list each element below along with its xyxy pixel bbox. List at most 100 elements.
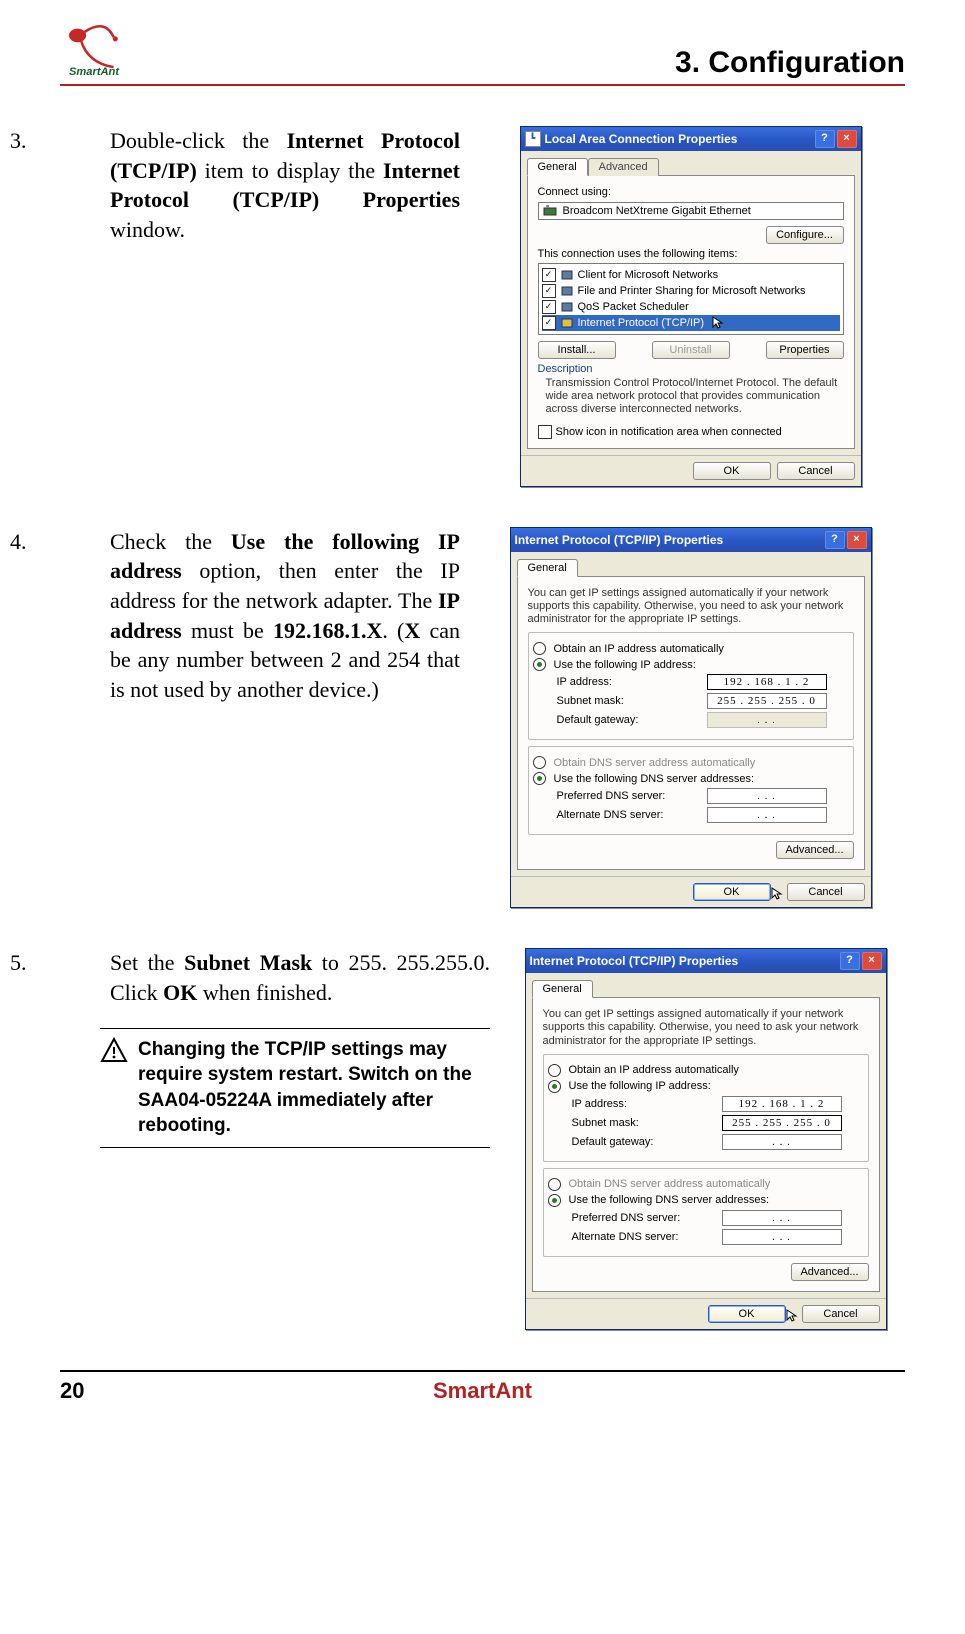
checkbox-icon[interactable]: ✓ — [542, 316, 556, 330]
ok-button[interactable]: OK — [693, 462, 771, 480]
tcpip-intro-text: You can get IP settings assigned automat… — [543, 1008, 869, 1048]
step-5-text: 5.Set the Subnet Mask to 255. 255.255.0.… — [60, 948, 490, 1007]
gateway-field[interactable]: . . . — [722, 1134, 842, 1150]
tcpip-properties-dialog-2: Internet Protocol (TCP/IP) Properties ? … — [525, 948, 887, 1330]
show-icon-checkbox[interactable] — [538, 425, 552, 439]
help-button[interactable]: ? — [825, 531, 845, 549]
lan-title-icon: ┗ — [525, 131, 541, 147]
checkbox-icon[interactable]: ✓ — [542, 300, 556, 314]
help-button[interactable]: ? — [840, 952, 860, 970]
checkbox-icon[interactable]: ✓ — [542, 284, 556, 298]
subnet-mask-field[interactable]: 255 . 255 . 255 . 0 — [722, 1115, 842, 1131]
ok-button[interactable]: OK — [693, 883, 771, 901]
tcpip-titlebar[interactable]: Internet Protocol (TCP/IP) Properties ? … — [526, 949, 886, 973]
subnet-mask-field[interactable]: 255 . 255 . 255 . 0 — [707, 693, 827, 709]
step-4-row: 4.Check the Use the following IP address… — [60, 527, 905, 909]
dns2-field[interactable]: . . . — [722, 1229, 842, 1245]
radio-dns-manual[interactable] — [533, 772, 546, 785]
chapter-title: 3. Configuration — [675, 46, 905, 80]
dns1-field[interactable]: . . . — [707, 788, 827, 804]
client-icon — [560, 269, 574, 281]
tcpip-intro-text: You can get IP settings assigned automat… — [528, 587, 854, 627]
dns2-field[interactable]: . . . — [707, 807, 827, 823]
tab-advanced[interactable]: Advanced — [588, 158, 659, 176]
step-5-row: 5.Set the Subnet Mask to 255. 255.255.0.… — [60, 948, 905, 1330]
install-button[interactable]: Install... — [538, 341, 616, 359]
radio-obtain-auto[interactable] — [533, 642, 546, 655]
advanced-button[interactable]: Advanced... — [776, 841, 854, 859]
tcpip-title-text: Internet Protocol (TCP/IP) Properties — [530, 954, 739, 968]
tcpip-properties-dialog-1: Internet Protocol (TCP/IP) Properties ? … — [510, 527, 872, 909]
connect-using-label: Connect using: — [538, 186, 844, 198]
radio-dns-auto — [548, 1178, 561, 1191]
advanced-button[interactable]: Advanced... — [791, 1263, 869, 1281]
adapter-field[interactable]: Broadcom NetXtreme Gigabit Ethernet — [538, 202, 844, 220]
warning-text: Changing the TCP/IP settings may require… — [138, 1037, 490, 1140]
tcpip-titlebar[interactable]: Internet Protocol (TCP/IP) Properties ? … — [511, 528, 871, 552]
dns1-label: Preferred DNS server: — [572, 1212, 682, 1224]
tab-general[interactable]: General — [527, 158, 588, 176]
smartant-logo: SmartAnt — [60, 20, 150, 80]
ip-address-field[interactable]: 192 . 168 . 1 . 2 — [707, 674, 827, 690]
tab-general[interactable]: General — [517, 559, 578, 577]
help-button[interactable]: ? — [815, 130, 835, 148]
tcpip-icon — [560, 317, 574, 329]
ip-address-field[interactable]: 192 . 168 . 1 . 2 — [722, 1096, 842, 1112]
step-3-row: 3.Double-click the Internet Protocol (TC… — [60, 126, 905, 487]
lan-titlebar[interactable]: ┗ Local Area Connection Properties ? × — [521, 127, 861, 151]
list-item[interactable]: ✓ QoS Packet Scheduler — [542, 299, 840, 315]
dns1-field[interactable]: . . . — [722, 1210, 842, 1226]
svg-text:SmartAnt: SmartAnt — [69, 66, 120, 78]
radio-dns-manual[interactable] — [548, 1194, 561, 1207]
description-heading: Description — [538, 363, 844, 375]
list-item-selected[interactable]: ✓ Internet Protocol (TCP/IP) — [542, 315, 840, 331]
cancel-button[interactable]: Cancel — [777, 462, 855, 480]
gateway-label: Default gateway: — [572, 1136, 682, 1148]
list-item[interactable]: ✓ Client for Microsoft Networks — [542, 267, 840, 283]
step-4-number: 4. — [60, 527, 110, 557]
dns1-label: Preferred DNS server: — [557, 790, 667, 802]
gateway-field[interactable]: . . . — [707, 712, 827, 728]
list-item[interactable]: ✓ File and Printer Sharing for Microsoft… — [542, 283, 840, 299]
lan-title-text: Local Area Connection Properties — [545, 132, 738, 146]
ok-button[interactable]: OK — [708, 1305, 786, 1323]
cursor-icon — [771, 887, 783, 901]
radio-obtain-auto[interactable] — [548, 1064, 561, 1077]
step-3-text: 3.Double-click the Internet Protocol (TC… — [60, 126, 460, 245]
checkbox-icon[interactable]: ✓ — [542, 268, 556, 282]
page-footer: 20 SmartAnt — [60, 1370, 905, 1404]
uninstall-button: Uninstall — [652, 341, 730, 359]
adapter-name: Broadcom NetXtreme Gigabit Ethernet — [563, 205, 751, 217]
step-5-number: 5. — [60, 948, 110, 978]
cancel-button[interactable]: Cancel — [802, 1305, 880, 1323]
dns2-label: Alternate DNS server: — [572, 1231, 682, 1243]
step-3-number: 3. — [60, 126, 110, 156]
cancel-button[interactable]: Cancel — [787, 883, 865, 901]
warning-icon — [100, 1037, 128, 1073]
nic-icon — [543, 205, 557, 217]
description-text: Transmission Control Protocol/Internet P… — [546, 377, 844, 417]
cursor-icon — [786, 1309, 798, 1323]
gateway-label: Default gateway: — [557, 714, 667, 726]
items-label: This connection uses the following items… — [538, 248, 738, 260]
page-number: 20 — [60, 1378, 84, 1404]
page-header: SmartAnt 3. Configuration — [60, 20, 905, 86]
cursor-icon — [712, 316, 724, 330]
radio-dns-auto — [533, 756, 546, 769]
close-button[interactable]: × — [862, 952, 882, 970]
footer-brand: SmartAnt — [433, 1378, 532, 1404]
close-button[interactable]: × — [837, 130, 857, 148]
radio-use-following[interactable] — [548, 1080, 561, 1093]
close-button[interactable]: × — [847, 531, 867, 549]
lan-properties-dialog: ┗ Local Area Connection Properties ? × G… — [520, 126, 862, 487]
items-list[interactable]: ✓ Client for Microsoft Networks ✓ File a… — [538, 263, 844, 335]
subnet-mask-label: Subnet mask: — [557, 695, 667, 707]
radio-use-following[interactable] — [533, 658, 546, 671]
show-icon-label: Show icon in notification area when conn… — [556, 426, 782, 438]
properties-button[interactable]: Properties — [766, 341, 844, 359]
step-4-text: 4.Check the Use the following IP address… — [60, 527, 460, 705]
configure-button[interactable]: Configure... — [766, 226, 844, 244]
tab-general[interactable]: General — [532, 980, 593, 998]
subnet-mask-label: Subnet mask: — [572, 1117, 682, 1129]
qos-icon — [560, 301, 574, 313]
